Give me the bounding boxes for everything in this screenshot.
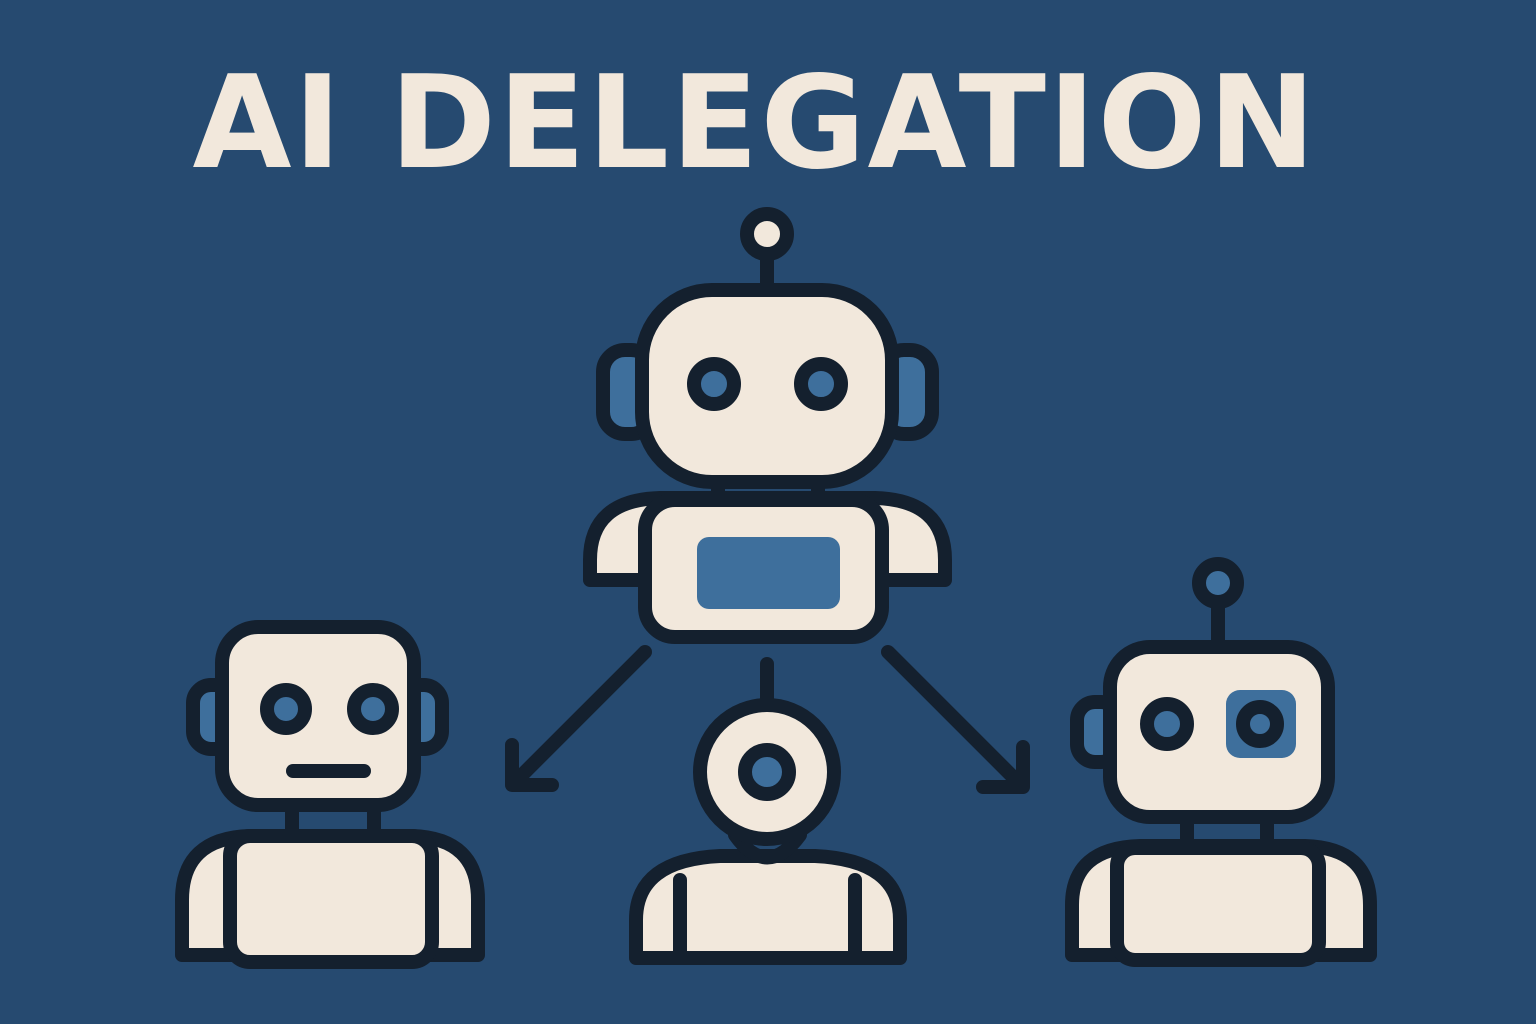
delegation-diagram xyxy=(175,207,1377,969)
chest-screen xyxy=(697,537,840,609)
lead-robot-icon xyxy=(583,207,952,644)
left-robot-icon xyxy=(175,620,485,969)
arrow-down-left-icon xyxy=(505,645,652,792)
arrow-down-right-icon xyxy=(881,645,1030,794)
middle-robot-icon xyxy=(629,657,907,965)
right-robot-icon xyxy=(1065,557,1377,967)
